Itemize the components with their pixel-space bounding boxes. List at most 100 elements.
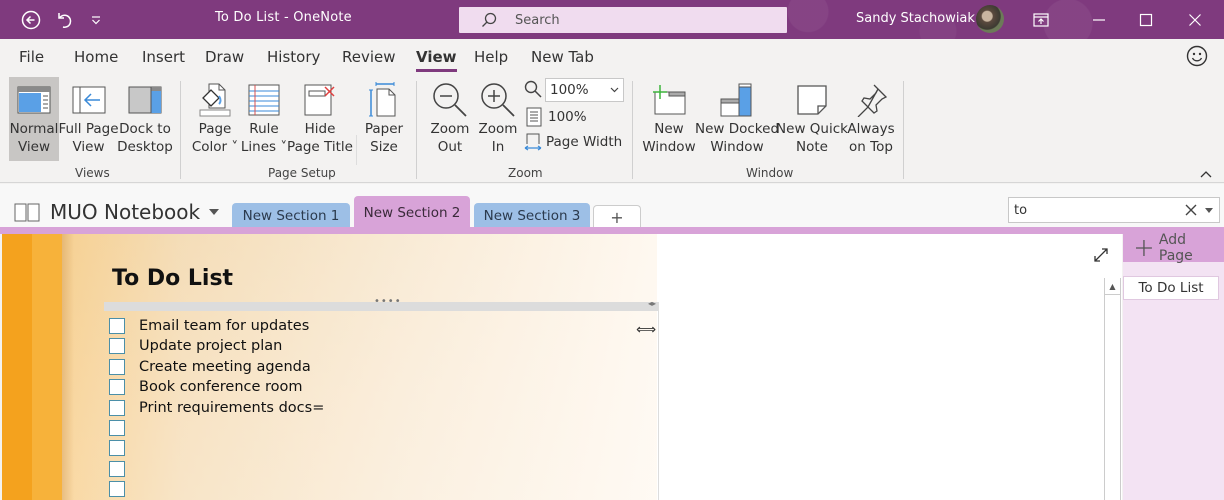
tab-new-tab[interactable]: New Tab: [531, 48, 594, 66]
todo-checkbox[interactable]: [109, 379, 125, 396]
note-container-handle[interactable]: •••• ◂▸: [104, 296, 659, 311]
section-tab-1[interactable]: New Section 1: [232, 203, 350, 229]
todo-item[interactable]: [109, 420, 139, 436]
section-tab-3[interactable]: New Section 3: [474, 203, 590, 229]
tab-history[interactable]: History: [267, 48, 320, 66]
always-on-top-button[interactable]: Always on Top: [847, 77, 895, 161]
caret-down-icon: [1205, 207, 1213, 213]
todo-checkbox[interactable]: [109, 420, 125, 436]
todo-text[interactable]: Book conference room: [139, 379, 303, 395]
title-bar: To Do List - OneNote Search Sandy Stacho…: [0, 0, 1224, 39]
dock-to-desktop-button[interactable]: Dock to Desktop: [117, 77, 173, 161]
notebook-selector[interactable]: MUO Notebook: [14, 200, 220, 224]
tab-insert[interactable]: Insert: [142, 48, 185, 66]
clear-icon: [1185, 204, 1197, 216]
undo-icon: [58, 13, 72, 28]
zoom-group-label: Zoom: [508, 166, 543, 180]
zoom-in-button[interactable]: Zoom In: [475, 77, 521, 161]
close-button[interactable]: [1172, 0, 1218, 39]
avatar[interactable]: [976, 5, 1004, 33]
todo-item[interactable]: [109, 460, 139, 477]
divider: [416, 81, 417, 179]
rule-lines-button[interactable]: Rule Lines ˅: [240, 77, 288, 161]
paper-size-button[interactable]: Paper Size: [362, 77, 406, 161]
notebook-search-input[interactable]: to: [1008, 197, 1220, 223]
todo-item[interactable]: [109, 440, 139, 457]
search-value: to: [1014, 202, 1028, 218]
back-arrow-icon: [21, 10, 41, 30]
page-list-scrollbar[interactable]: ▲: [1104, 278, 1121, 500]
hundred-percent-button[interactable]: 100%: [526, 107, 587, 127]
todo-item[interactable]: Update project plan: [109, 338, 282, 355]
new-quick-note-button[interactable]: New Quick Note: [776, 77, 848, 161]
todo-checkbox[interactable]: [109, 460, 125, 477]
zoom-in-icon: [481, 83, 515, 117]
todo-item[interactable]: Print requirements docs=: [109, 399, 324, 416]
new-docked-window-button[interactable]: New Docked Window: [695, 77, 779, 161]
normal-view-button[interactable]: Normal View: [9, 77, 59, 161]
page-color-button[interactable]: Page Color ˅: [190, 77, 240, 161]
user-name[interactable]: Sandy Stachowiak: [856, 11, 975, 26]
section-tab-2[interactable]: New Section 2: [354, 196, 470, 229]
tab-draw[interactable]: Draw: [205, 48, 244, 66]
resize-arrows-icon[interactable]: ◂▸: [648, 299, 656, 308]
maximize-button[interactable]: [1123, 0, 1169, 39]
page-width-button[interactable]: Page Width: [524, 132, 622, 152]
tab-help[interactable]: Help: [474, 48, 508, 66]
undo-button[interactable]: [52, 8, 76, 32]
full-page-view-icon: [72, 86, 105, 114]
new-window-button[interactable]: New Window: [642, 77, 696, 161]
add-section-button[interactable]: +: [593, 205, 641, 229]
todo-text[interactable]: Print requirements docs=: [139, 400, 324, 416]
todo-checkbox[interactable]: [109, 358, 125, 375]
todo-text[interactable]: Update project plan: [139, 338, 282, 354]
page-setup-group-label: Page Setup: [268, 166, 336, 180]
rule-lines-icon: [248, 84, 280, 116]
normal-view-icon: [17, 86, 51, 114]
zoom-out-button[interactable]: Zoom Out: [427, 77, 473, 161]
drag-handle-icon[interactable]: ••••: [374, 296, 402, 307]
todo-item[interactable]: Book conference room: [109, 379, 303, 396]
todo-checkbox[interactable]: [109, 318, 125, 334]
collapse-ribbon-button[interactable]: [1200, 167, 1212, 181]
hide-page-title-button[interactable]: Hide Page Title: [287, 77, 353, 161]
pages-panel: Add Page To Do List: [1123, 232, 1224, 500]
quick-access-customize-button[interactable]: [84, 8, 108, 32]
todo-checkbox[interactable]: [109, 338, 125, 355]
search-icon: [524, 80, 542, 98]
feedback-button[interactable]: [1186, 45, 1208, 71]
search-box[interactable]: Search: [459, 7, 787, 33]
full-page-view-button[interactable]: Full Page View: [58, 77, 119, 161]
smiley-icon: [1186, 45, 1208, 67]
tab-home[interactable]: Home: [74, 48, 118, 66]
page-title[interactable]: To Do List: [112, 266, 233, 291]
tab-file[interactable]: File: [19, 48, 44, 66]
tab-review[interactable]: Review: [342, 48, 396, 66]
todo-checkbox[interactable]: [109, 440, 125, 457]
note-container-edge: [658, 302, 659, 500]
zoom-level-select[interactable]: 100%: [545, 78, 624, 102]
tab-view[interactable]: View: [416, 48, 457, 72]
section-color-bar: [0, 227, 1224, 234]
dock-to-desktop-icon: [128, 86, 162, 114]
expand-button[interactable]: [1092, 246, 1110, 268]
scroll-up-button[interactable]: ▲: [1105, 278, 1120, 295]
todo-item[interactable]: Email team for updates: [109, 318, 309, 334]
todo-item[interactable]: Create meeting agenda: [109, 358, 311, 375]
minimize-button[interactable]: [1076, 0, 1122, 39]
ribbon-display-options-button[interactable]: [1018, 0, 1064, 39]
chevron-up-icon: [1200, 171, 1212, 178]
todo-item[interactable]: [109, 481, 139, 498]
add-page-button[interactable]: Add Page: [1123, 232, 1224, 264]
new-window-icon: [653, 85, 686, 115]
todo-text[interactable]: Email team for updates: [139, 318, 309, 334]
chevron-down-icon: [610, 87, 619, 93]
page-list-item[interactable]: To Do List: [1123, 276, 1219, 300]
back-button[interactable]: [19, 8, 43, 32]
page-canvas[interactable]: To Do List •••• ◂▸ ⟺ Email team for upda…: [2, 234, 1122, 500]
expand-icon: [1094, 248, 1108, 262]
todo-checkbox[interactable]: [109, 481, 125, 498]
divider: [632, 81, 633, 179]
todo-text[interactable]: Create meeting agenda: [139, 359, 311, 375]
todo-checkbox[interactable]: [109, 399, 125, 416]
